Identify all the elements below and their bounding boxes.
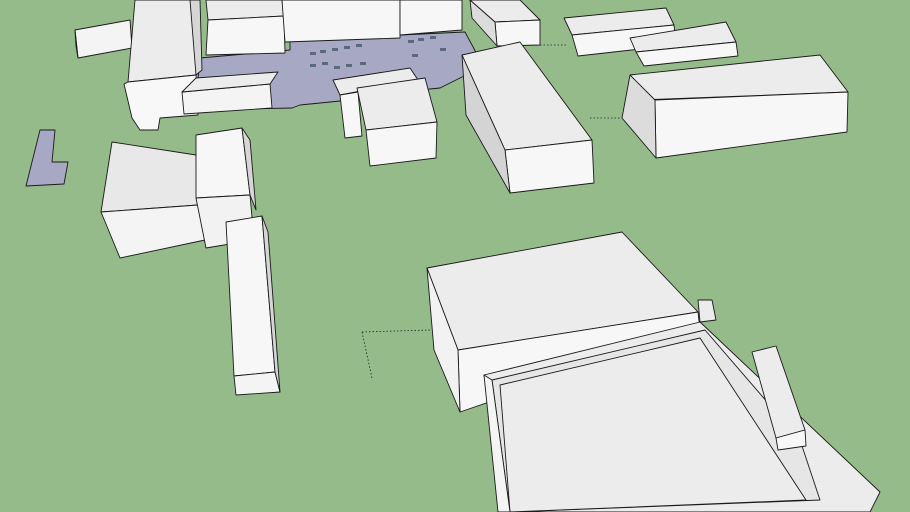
building-top-center-b bbox=[281, 0, 401, 43]
building-top-center-c bbox=[399, 0, 463, 36]
building-wedge-tower bbox=[195, 127, 251, 199]
building-mid-block-tall bbox=[356, 77, 438, 131]
building-tower-left bbox=[127, 0, 197, 83]
3d-model-viewport[interactable] bbox=[0, 0, 910, 512]
